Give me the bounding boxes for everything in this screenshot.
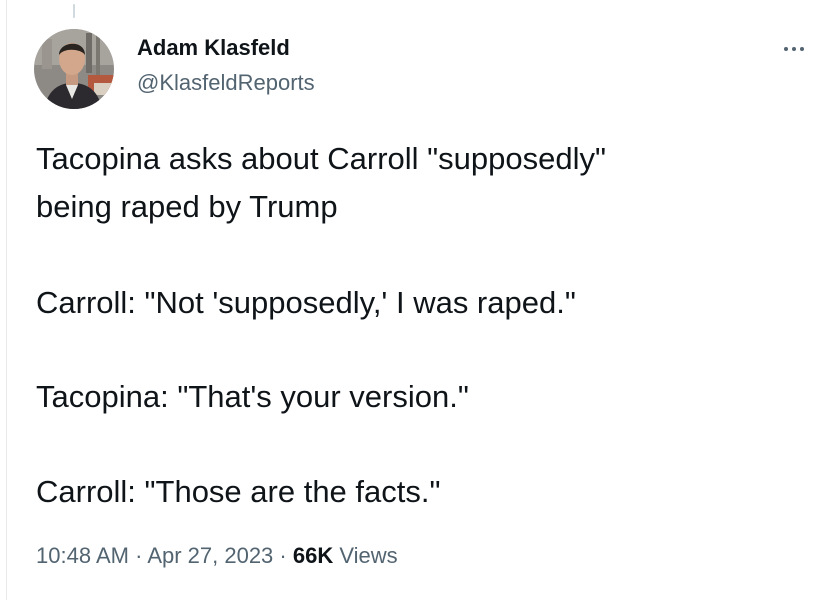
tweet-meta: 10:48 AM · Apr 27, 2023 · 66K Views [36, 543, 398, 569]
tweet-date[interactable]: Apr 27, 2023 [147, 543, 273, 568]
card-border [6, 0, 7, 600]
author-name[interactable]: Adam Klasfeld [137, 35, 290, 61]
thread-connector [73, 4, 75, 18]
tweet-text-line: Tacopina: "That's your version." [36, 379, 469, 414]
more-horizontal-icon [792, 47, 796, 51]
meta-separator: · [135, 543, 143, 568]
tweet-time[interactable]: 10:48 AM [36, 543, 129, 568]
views-count: 66K [292, 543, 334, 568]
more-options-button[interactable] [776, 36, 812, 62]
author-handle[interactable]: @KlasfeldReports [137, 70, 315, 96]
avatar[interactable] [34, 29, 114, 109]
more-horizontal-icon [800, 47, 804, 51]
views-label: Views [339, 543, 398, 568]
meta-separator: · [279, 543, 287, 568]
more-horizontal-icon [784, 47, 788, 51]
tweet-text-line: Carroll: "Not 'supposedly,' I was raped.… [36, 285, 576, 320]
tweet-text-line: Tacopina asks about Carroll "supposedly" [36, 141, 606, 176]
tweet-text-line: Carroll: "Those are the facts." [36, 474, 441, 509]
tweet-card: Adam Klasfeld @KlasfeldReports Tacopina … [0, 0, 830, 600]
tweet-text-line: being raped by Trump [36, 189, 338, 224]
avatar-image [34, 29, 114, 109]
